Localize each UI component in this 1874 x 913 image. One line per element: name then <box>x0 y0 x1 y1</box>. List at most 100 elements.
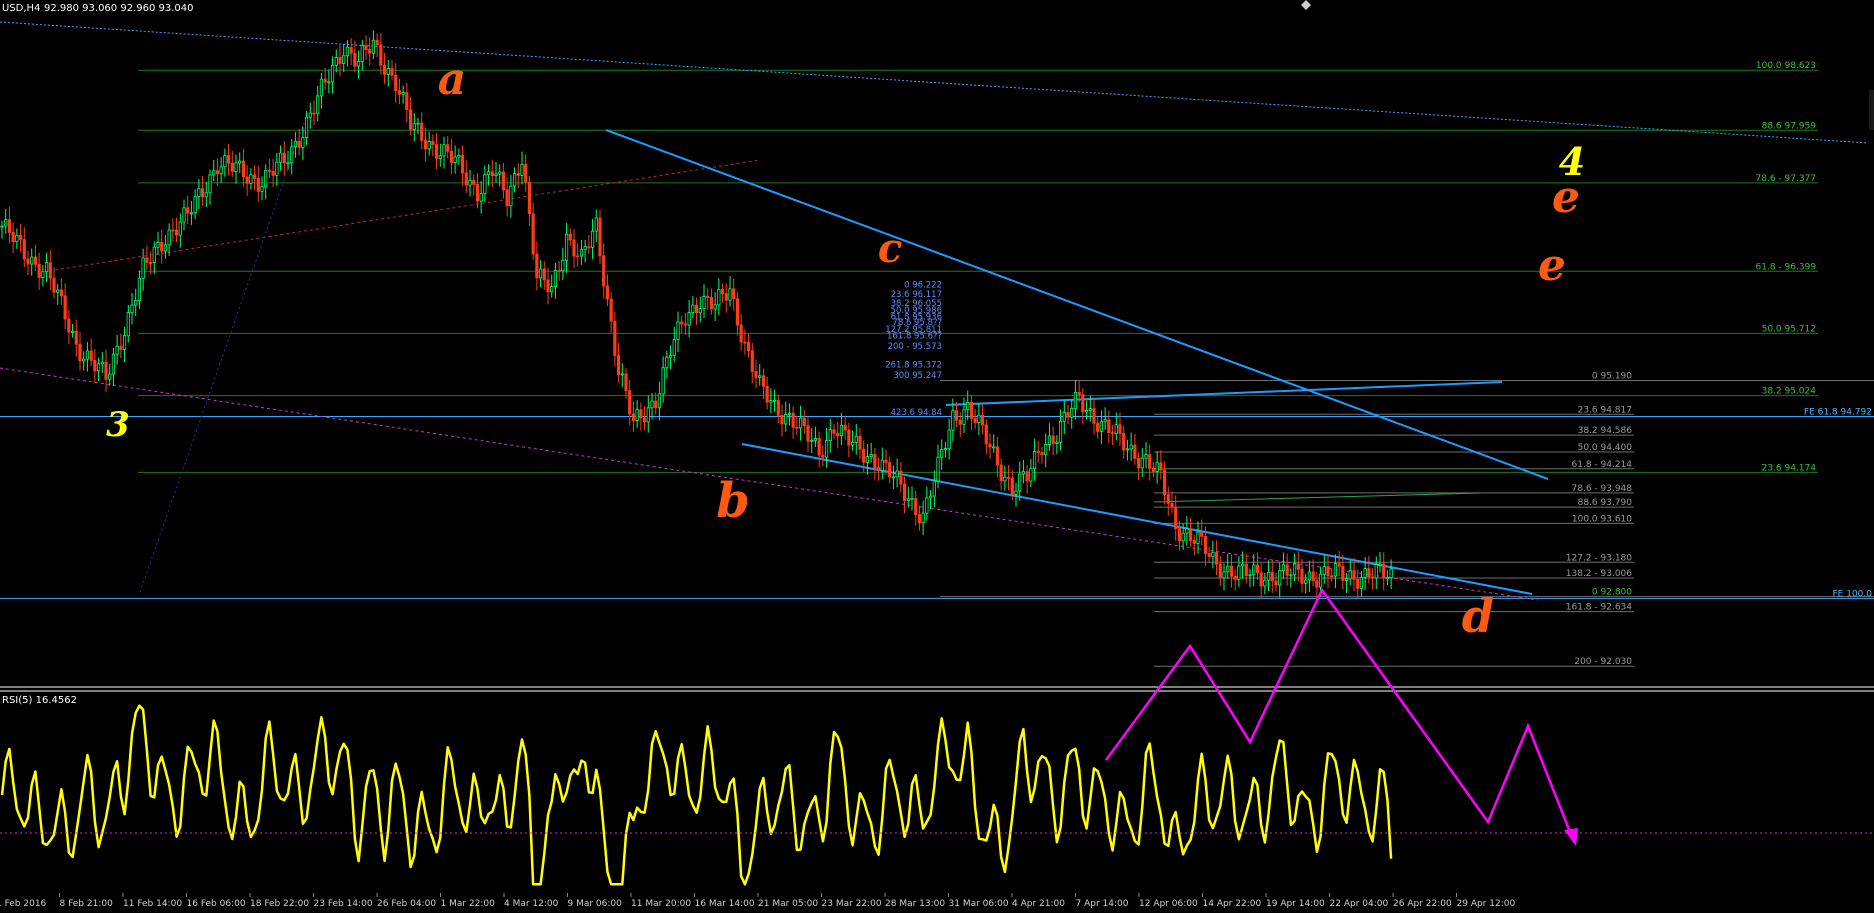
candle-body[interactable] <box>531 213 535 255</box>
candle-body[interactable] <box>769 400 773 403</box>
candle-body[interactable] <box>11 231 15 243</box>
candle-body[interactable] <box>490 171 494 177</box>
candle-body[interactable] <box>260 186 264 192</box>
candle-body[interactable] <box>620 373 624 376</box>
candle-body[interactable] <box>635 409 639 421</box>
candle-body[interactable] <box>74 331 78 345</box>
candle-body[interactable] <box>854 435 858 443</box>
candle-body[interactable] <box>739 324 743 343</box>
candle-body[interactable] <box>798 417 803 429</box>
candle-body[interactable] <box>472 179 476 185</box>
candle-body[interactable] <box>275 161 279 176</box>
candle-body[interactable] <box>505 189 509 207</box>
candle-body[interactable] <box>728 288 732 301</box>
candle-body[interactable] <box>824 440 829 458</box>
candle-body[interactable] <box>613 320 617 356</box>
candle-body[interactable] <box>795 426 799 429</box>
candle-body[interactable] <box>1196 531 1200 544</box>
candle-body[interactable] <box>902 483 907 502</box>
candle-body[interactable] <box>642 417 647 423</box>
candle-body[interactable] <box>928 495 933 499</box>
candle-body[interactable] <box>914 498 918 515</box>
candle-body[interactable] <box>1047 435 1052 445</box>
candle-body[interactable] <box>1162 469 1167 496</box>
candle-body[interactable] <box>1192 540 1196 544</box>
candle-body[interactable] <box>676 321 680 340</box>
candle-body[interactable] <box>869 453 873 458</box>
candle-body[interactable] <box>249 174 253 184</box>
candle-body[interactable] <box>1252 564 1256 576</box>
candle-body[interactable] <box>720 289 725 295</box>
candle-body[interactable] <box>1200 531 1204 537</box>
candle-body[interactable] <box>583 246 587 251</box>
candle-body[interactable] <box>1006 476 1011 479</box>
candle-body[interactable] <box>680 321 684 325</box>
candle-body[interactable] <box>167 229 171 246</box>
candle-body[interactable] <box>468 179 472 186</box>
candle-body[interactable] <box>208 174 212 194</box>
candle-body[interactable] <box>1389 568 1393 578</box>
candle-body[interactable] <box>382 64 387 75</box>
candle-body[interactable] <box>293 140 298 148</box>
candle-body[interactable] <box>282 152 286 164</box>
candle-body[interactable] <box>494 173 498 177</box>
candle-body[interactable] <box>631 413 636 421</box>
candle-body[interactable] <box>130 304 134 314</box>
candle-body[interactable] <box>1289 574 1293 577</box>
candle-body[interactable] <box>100 361 104 365</box>
candle-body[interactable] <box>590 230 595 248</box>
candle-body[interactable] <box>1300 568 1304 584</box>
candle-body[interactable] <box>1255 564 1260 574</box>
candle-body[interactable] <box>290 146 294 164</box>
candle-body[interactable] <box>460 155 465 174</box>
candle-body[interactable] <box>1140 457 1144 469</box>
candle-body[interactable] <box>895 470 899 478</box>
candle-body[interactable] <box>219 166 223 175</box>
candle-body[interactable] <box>1259 572 1263 587</box>
candle-body[interactable] <box>1170 503 1174 508</box>
candle-body[interactable] <box>1148 454 1152 469</box>
candle-body[interactable] <box>542 268 546 281</box>
candle-body[interactable] <box>628 390 632 415</box>
candle-body[interactable] <box>1326 566 1330 577</box>
candle-body[interactable] <box>174 229 179 236</box>
candle-body[interactable] <box>702 295 706 309</box>
candle-body[interactable] <box>67 318 71 333</box>
candle-body[interactable] <box>1003 476 1007 482</box>
candle-body[interactable] <box>616 355 621 376</box>
candle-body[interactable] <box>858 435 862 450</box>
candle-body[interactable] <box>836 432 840 437</box>
candle-body[interactable] <box>245 176 249 184</box>
candle-body[interactable] <box>304 116 309 139</box>
candle-body[interactable] <box>360 45 364 62</box>
candle-body[interactable] <box>420 122 424 141</box>
candle-body[interactable] <box>486 171 491 176</box>
candle-body[interactable] <box>821 454 825 458</box>
candle-body[interactable] <box>178 221 182 236</box>
candle-body[interactable] <box>78 343 82 362</box>
candle-body[interactable] <box>1044 444 1048 456</box>
candle-body[interactable] <box>1367 568 1371 578</box>
candle-body[interactable] <box>475 183 480 202</box>
candle-body[interactable] <box>390 68 394 76</box>
candle-body[interactable] <box>1122 433 1126 451</box>
candle-body[interactable] <box>535 253 539 279</box>
candle-body[interactable] <box>1058 420 1063 443</box>
candle-body[interactable] <box>917 514 922 523</box>
candle-body[interactable] <box>1270 571 1274 582</box>
candle-body[interactable] <box>1077 391 1081 396</box>
candle-body[interactable] <box>1263 579 1267 587</box>
candle-body[interactable] <box>160 241 164 252</box>
candle-body[interactable] <box>512 173 517 187</box>
candle-body[interactable] <box>843 424 847 431</box>
candle-body[interactable] <box>111 353 116 375</box>
candle-body[interactable] <box>33 256 38 265</box>
candle-body[interactable] <box>557 270 561 272</box>
candle-body[interactable] <box>44 262 49 273</box>
candle-body[interactable] <box>1185 528 1189 534</box>
candle-body[interactable] <box>438 155 442 159</box>
candle-body[interactable] <box>1330 575 1334 578</box>
candle-body[interactable] <box>278 152 283 163</box>
candle-body[interactable] <box>182 207 186 223</box>
candle-body[interactable] <box>524 163 528 183</box>
